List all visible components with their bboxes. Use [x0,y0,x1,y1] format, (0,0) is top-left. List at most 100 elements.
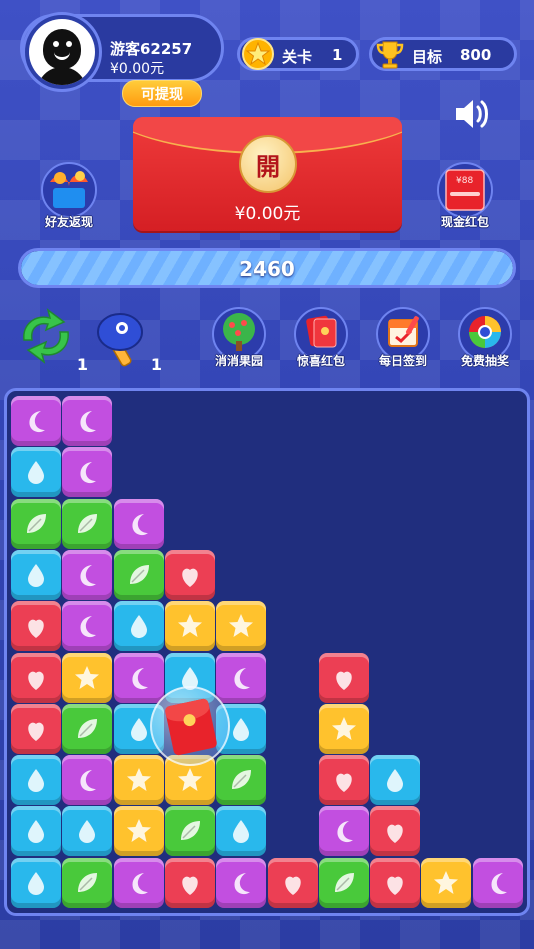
block-blue-drop[interactable] [11,755,61,806]
friend-cashback-button[interactable]: 好友返现 [34,162,104,232]
calendar-icon [388,316,419,347]
block-yellow-star[interactable] [421,857,472,908]
target-value: 800 [460,46,492,64]
block-purple-moon[interactable] [62,396,113,446]
yellow-star-icon [126,819,151,843]
block-purple-moon[interactable] [216,857,267,908]
block-red-strawberry[interactable] [11,601,61,652]
block-blue-drop[interactable] [113,601,164,652]
block-red-strawberry[interactable] [318,652,369,703]
purple-moon-icon [132,872,148,894]
purple-moon-icon [80,411,97,433]
purple-moon-icon [132,667,148,689]
block-purple-moon[interactable] [216,652,267,703]
block-yellow-star[interactable] [164,601,215,652]
feature-surprise-red-packet-label: 惊喜红包 [296,354,345,368]
feature-daily-checkin-label: 每日签到 [378,354,427,368]
red-strawberry-icon [336,773,352,793]
player-money: ¥0.00元 [110,61,165,77]
block-blue-drop[interactable] [11,447,61,498]
blue-drop-icon [233,820,250,844]
blue-drop-icon [28,769,44,793]
block-blue-drop[interactable] [11,857,61,908]
purple-moon-icon [337,821,353,843]
block-blue-drop[interactable] [11,806,61,857]
block-green-leaf[interactable] [62,857,113,908]
block-purple-moon[interactable] [318,806,369,857]
block-green-leaf[interactable] [164,806,215,857]
block-red-strawberry[interactable] [11,703,61,754]
block-purple-moon[interactable] [62,549,113,600]
red-strawberry-icon [28,619,44,639]
open-red-packet-button[interactable]: 開 [239,135,297,193]
block-yellow-star[interactable] [318,703,369,754]
cash-red-packet-badge: ¥88 [456,176,474,186]
target-pill: 目标 800 [369,37,517,71]
block-purple-moon[interactable] [113,652,164,703]
blue-drop-icon [28,871,44,895]
red-packet-banner[interactable]: 開 ¥0.00元 [133,117,402,231]
block-purple-moon[interactable] [113,498,164,549]
green-leaf-icon [78,872,98,892]
block-yellow-star[interactable] [113,806,164,857]
green-leaf-icon [129,564,149,584]
sound-toggle-button[interactable] [453,96,491,132]
blue-drop-icon [387,769,404,793]
yellow-star-icon [177,768,202,792]
block-green-leaf[interactable] [113,549,164,600]
hammer-icon [97,313,143,367]
green-leaf-icon [180,821,200,841]
block-green-leaf[interactable] [216,755,267,806]
block-purple-moon[interactable] [472,857,523,908]
block-yellow-star[interactable] [113,755,164,806]
block-purple-moon[interactable] [62,755,113,806]
block-blue-drop[interactable] [216,806,267,857]
cash-red-packet-label: 现金红包 [440,215,489,229]
feature-free-lottery-button[interactable]: 免费抽奖 [454,307,516,369]
feature-orchard-label: 消消果园 [214,354,263,368]
red-strawberry-icon [284,876,301,895]
feature-surprise-red-packet-button[interactable]: 惊喜红包 [290,307,352,369]
red-strawberry-icon [182,568,198,587]
block-purple-moon[interactable] [62,447,113,498]
hammer-tool-button[interactable]: 1 [90,308,162,374]
player-name: 游客62257 [110,40,193,58]
block-red-strawberry[interactable] [11,652,61,703]
red-strawberry-icon [28,671,44,690]
red-packet-bubble[interactable] [150,686,230,766]
level-label: 关卡 [282,48,313,66]
feature-daily-checkin-button[interactable]: 每日签到 [372,307,434,369]
cash-red-packet-button[interactable]: ¥88 现金红包 [430,162,500,232]
block-green-leaf[interactable] [62,703,113,754]
score-progress-bar: 2460 [18,248,516,288]
block-green-leaf[interactable] [62,498,113,549]
block-blue-drop[interactable] [62,806,113,857]
feature-orchard-button[interactable]: 消消果园 [208,307,270,369]
green-leaf-icon [78,513,98,533]
block-purple-moon[interactable] [62,601,113,652]
block-red-strawberry[interactable] [267,857,318,908]
red-strawberry-icon [336,671,352,690]
avatar[interactable] [22,12,102,92]
purple-moon-icon [132,513,148,535]
block-green-leaf[interactable] [318,857,369,908]
blue-drop-icon [130,615,147,639]
block-red-strawberry[interactable] [164,549,215,600]
block-red-strawberry[interactable] [370,857,421,908]
block-purple-moon[interactable] [113,857,164,908]
block-red-strawberry[interactable] [164,857,215,908]
block-yellow-star[interactable] [216,601,267,652]
block-green-leaf[interactable] [11,498,61,549]
trophy-icon [372,36,408,72]
refresh-arrows-icon [23,308,69,364]
yellow-star-icon [331,716,356,740]
block-blue-drop[interactable] [370,755,421,806]
block-red-strawberry[interactable] [370,806,421,857]
block-purple-moon[interactable] [11,396,61,446]
withdraw-button[interactable]: 可提现 [122,80,202,107]
block-blue-drop[interactable] [11,549,61,600]
yellow-star-icon [229,614,254,638]
block-red-strawberry[interactable] [318,755,369,806]
refresh-tool-button[interactable]: 1 [16,308,88,374]
block-yellow-star[interactable] [62,652,113,703]
